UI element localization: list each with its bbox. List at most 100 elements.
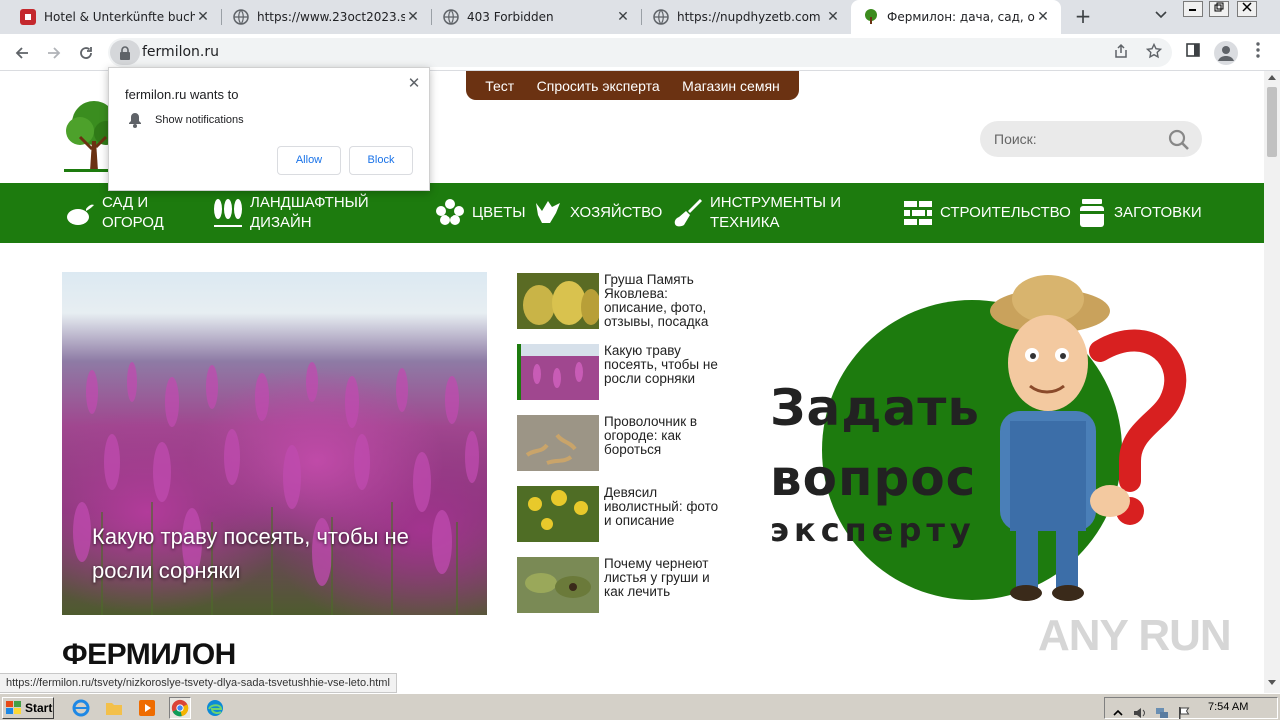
- kebab-menu-icon[interactable]: [1247, 42, 1269, 64]
- farmer-illustration-icon: [990, 275, 1187, 601]
- promo-line: вопрос: [770, 449, 977, 507]
- side-panel-icon[interactable]: [1182, 42, 1204, 64]
- trees-icon: [214, 199, 242, 227]
- globe-icon: [653, 9, 669, 25]
- back-button[interactable]: [10, 41, 34, 65]
- profile-avatar-icon[interactable]: [1214, 41, 1238, 65]
- menu-test[interactable]: Тест: [485, 78, 514, 94]
- share-icon[interactable]: [1111, 43, 1131, 63]
- windows-logo-icon: [6, 701, 21, 714]
- tab-23oct[interactable]: https://www.23oct2023.site ✕: [221, 0, 431, 34]
- article-item[interactable]: Девясил иволистный: фото и описание: [517, 486, 727, 542]
- tab-title: https://nupdhyzetb.com: [677, 10, 821, 24]
- top-menu: Тест Спросить эксперта Магазин семян: [466, 71, 799, 100]
- search-icon[interactable]: [1168, 129, 1190, 151]
- category-farming[interactable]: Хозяйство: [532, 191, 662, 235]
- reload-button[interactable]: [74, 41, 98, 65]
- category-preserves[interactable]: Заготовки: [1076, 191, 1202, 235]
- ask-expert-banner[interactable]: Задать вопрос эксперту: [760, 271, 1200, 631]
- search-input[interactable]: [994, 129, 1164, 149]
- flower-icon: [436, 199, 464, 225]
- browser-toolbar: fermilon.ru: [0, 34, 1280, 71]
- page-scrollbar[interactable]: [1264, 71, 1280, 693]
- article-title[interactable]: Почему чернеют листья у груши и как лечи…: [604, 557, 729, 599]
- article-title[interactable]: Груша Память Яковлева: описание, фото, о…: [604, 273, 729, 329]
- tab-fermilon[interactable]: Фермилон: дача, сад, огород ✕: [851, 0, 1061, 34]
- new-tab-button[interactable]: +: [1072, 6, 1094, 28]
- vegetable-icon: [67, 204, 94, 225]
- scroll-down-icon[interactable]: [1264, 677, 1280, 691]
- category-garden[interactable]: Сад и огород: [64, 191, 184, 235]
- category-flowers[interactable]: Цветы: [434, 191, 534, 235]
- jar-icon: [1080, 199, 1104, 227]
- menu-ask-expert[interactable]: Спросить эксперта: [537, 78, 660, 94]
- folder-icon[interactable]: [103, 697, 125, 719]
- start-label: Start: [25, 701, 53, 715]
- anyrun-watermark: ANY RUN: [1038, 611, 1232, 660]
- permission-label: Show notifications: [155, 114, 244, 126]
- tab-booking[interactable]: Hotel & Unterkünfte buchen | A ✕: [8, 0, 221, 34]
- tab-403[interactable]: 403 Forbidden ✕: [431, 0, 641, 34]
- minimize-button[interactable]: [1183, 1, 1203, 17]
- category-construction[interactable]: Строительство: [902, 191, 1072, 235]
- shovel-icon: [674, 199, 702, 227]
- close-window-button[interactable]: [1237, 1, 1257, 17]
- category-landscape[interactable]: Ландшафтный дизайн: [212, 191, 402, 235]
- lock-icon[interactable]: [110, 40, 140, 65]
- scroll-up-icon[interactable]: [1264, 71, 1280, 85]
- category-label: Цветы: [472, 204, 526, 221]
- start-button[interactable]: Start: [2, 697, 54, 719]
- article-item[interactable]: Почему чернеют листья у груши и как лечи…: [517, 557, 727, 613]
- category-label: Заготовки: [1114, 204, 1202, 221]
- hero-caption[interactable]: Какую траву посеять, чтобы не росли сорн…: [92, 520, 462, 588]
- tab-nupdhyzetb[interactable]: https://nupdhyzetb.com ✕: [641, 0, 851, 34]
- allow-button[interactable]: Allow: [277, 146, 341, 175]
- article-thumbnail: [517, 344, 599, 400]
- close-tab-icon[interactable]: ✕: [195, 9, 211, 25]
- url-text[interactable]: fermilon.ru: [142, 44, 219, 60]
- forward-button[interactable]: [42, 41, 66, 65]
- popup-title: fermilon.ru wants to: [125, 87, 239, 102]
- tray-expand-icon[interactable]: [1111, 705, 1125, 719]
- article-item[interactable]: Какую траву посеять, чтобы не росли сорн…: [517, 344, 727, 400]
- address-bar[interactable]: fermilon.ru: [108, 38, 1172, 67]
- article-title[interactable]: Девясил иволистный: фото и описание: [604, 486, 729, 528]
- network-icon[interactable]: [1155, 705, 1169, 719]
- article-title[interactable]: Какую траву посеять, чтобы не росли сорн…: [604, 344, 729, 386]
- close-tab-icon[interactable]: ✕: [405, 9, 421, 25]
- article-title[interactable]: Проволочник в огороде: как бороться: [604, 415, 729, 457]
- category-label: Сад и огород: [102, 194, 164, 231]
- star-icon[interactable]: [1144, 42, 1164, 63]
- article-item[interactable]: Груша Память Яковлева: описание, фото, о…: [517, 273, 727, 329]
- hero-featured-article[interactable]: Какую траву посеять, чтобы не росли сорн…: [62, 272, 487, 615]
- notification-permission-popup: fermilon.ru wants to ✕ Show notification…: [108, 67, 430, 191]
- red-square-icon: [20, 9, 36, 25]
- close-tab-icon[interactable]: ✕: [1035, 9, 1051, 25]
- category-nav: Сад и огород Ландшафтный дизайн Цветы Хо…: [0, 183, 1264, 243]
- category-label: Ландшафтный дизайн: [250, 194, 369, 231]
- article-thumbnail: [517, 415, 599, 471]
- article-item[interactable]: Проволочник в огороде: как бороться: [517, 415, 727, 471]
- edge-icon[interactable]: [204, 697, 226, 719]
- flag-icon[interactable]: [1177, 705, 1191, 719]
- media-player-icon[interactable]: [136, 697, 158, 719]
- site-heading: ФЕРМИЛОН: [62, 638, 236, 671]
- chrome-icon[interactable]: [169, 697, 191, 719]
- ie-icon[interactable]: [70, 697, 92, 719]
- promo-line: Задать: [770, 379, 980, 437]
- block-button[interactable]: Block: [349, 146, 413, 175]
- system-tray: [1104, 697, 1278, 719]
- category-tools[interactable]: Инструменты и техника: [672, 191, 842, 235]
- article-thumbnail: [517, 557, 599, 613]
- scroll-thumb[interactable]: [1267, 87, 1277, 157]
- menu-seed-shop[interactable]: Магазин семян: [682, 78, 780, 94]
- close-icon[interactable]: ✕: [405, 74, 423, 92]
- tree-icon: [863, 9, 879, 25]
- restore-button[interactable]: [1209, 1, 1229, 17]
- close-tab-icon[interactable]: ✕: [615, 9, 631, 25]
- chevron-down-icon[interactable]: [1152, 8, 1170, 26]
- speaker-icon[interactable]: [1133, 705, 1147, 719]
- globe-icon: [443, 9, 459, 25]
- bell-icon: [129, 113, 141, 128]
- close-tab-icon[interactable]: ✕: [825, 9, 841, 25]
